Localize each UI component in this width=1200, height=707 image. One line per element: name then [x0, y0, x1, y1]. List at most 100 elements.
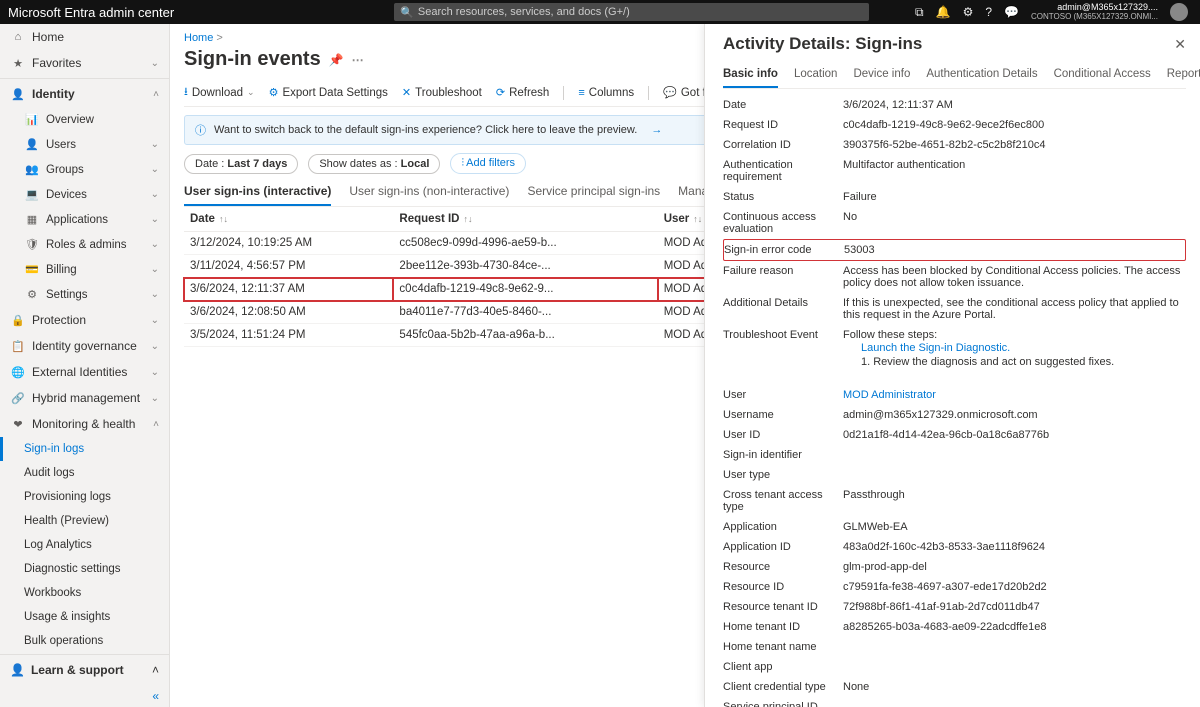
- main-content: Home > Sign-in events 📌 ⋯ ⭳Download⌄ ⚙Ex…: [170, 24, 1200, 707]
- hybrid-icon: 🔗: [10, 392, 26, 405]
- kv-cae: Continuous access evaluationNo: [723, 207, 1186, 239]
- cloud-shell-icon[interactable]: ⧉: [915, 5, 924, 20]
- nav-applications[interactable]: ▦Applications⌄: [0, 207, 169, 232]
- nav-settings[interactable]: ⚙Settings⌄: [0, 282, 169, 307]
- nav-hybrid[interactable]: 🔗Hybrid management⌄: [0, 385, 169, 411]
- nav-diagnostic[interactable]: Diagnostic settings: [0, 557, 169, 581]
- nav-audit-logs[interactable]: Audit logs: [0, 461, 169, 485]
- user-link[interactable]: MOD Administrator: [843, 389, 1186, 401]
- ptab-report[interactable]: Report-only: [1167, 64, 1200, 88]
- chevron-up-icon: ˄: [152, 663, 159, 677]
- export-button[interactable]: ⚙Export Data Settings: [269, 86, 388, 99]
- col-date[interactable]: Date↑↓: [184, 207, 393, 232]
- protection-icon: 🔒: [10, 314, 26, 327]
- nav-signin-logs[interactable]: Sign-in logs: [0, 437, 169, 461]
- troubleshoot-button[interactable]: ✕Troubleshoot: [402, 86, 482, 99]
- breadcrumb-sep: >: [216, 32, 222, 44]
- nav-home[interactable]: ⌂Home: [0, 24, 169, 50]
- cell-req: c0c4dafb-1219-49c8-9e62-9...: [393, 278, 657, 301]
- nav-provisioning-logs[interactable]: Provisioning logs: [0, 485, 169, 509]
- kv-username: Usernameadmin@m365x127329.onmicrosoft.co…: [723, 405, 1186, 425]
- nav-bulk[interactable]: Bulk operations: [0, 629, 169, 653]
- sort-icon: ↑↓: [219, 214, 228, 224]
- kv-service-principal-id: Service principal ID: [723, 697, 1186, 707]
- sort-icon: ↑↓: [693, 214, 702, 224]
- columns-button[interactable]: ≡Columns: [578, 87, 634, 99]
- cell-date: 3/6/2024, 12:08:50 AM: [184, 301, 393, 324]
- kv-additional-details: Additional DetailsIf this is unexpected,…: [723, 293, 1186, 325]
- kv-correlation-id: Correlation ID390375f6-52be-4651-82b2-c5…: [723, 135, 1186, 155]
- nav-favorites[interactable]: ★Favorites⌄: [0, 50, 169, 76]
- pin-icon[interactable]: 📌: [329, 53, 344, 67]
- kv-status: StatusFailure: [723, 187, 1186, 207]
- nav-learn-support[interactable]: 👤Learn & support˄: [0, 654, 169, 685]
- feedback-icon[interactable]: 💬: [1004, 5, 1019, 19]
- nav-groups[interactable]: 👥Groups⌄: [0, 157, 169, 182]
- chevron-down-icon: ⌄: [151, 315, 159, 326]
- ptab-basic[interactable]: Basic info: [723, 64, 778, 88]
- chevron-down-icon: ⌄: [151, 367, 159, 378]
- global-search[interactable]: 🔍 Search resources, services, and docs (…: [394, 3, 869, 21]
- nav-protection[interactable]: 🔒Protection⌄: [0, 307, 169, 333]
- col-request-id[interactable]: Request ID↑↓: [393, 207, 657, 232]
- ptab-auth[interactable]: Authentication Details: [926, 64, 1037, 88]
- kv-application-id: Application ID483a0d2f-160c-42b3-8533-3a…: [723, 537, 1186, 557]
- launch-diagnostic-link[interactable]: Launch the Sign-in Diagnostic.: [861, 342, 1010, 354]
- cell-req: 2bee112e-393b-4730-84ce-...: [393, 255, 657, 278]
- nav-external[interactable]: 🌐External Identities⌄: [0, 359, 169, 385]
- close-icon[interactable]: ✕: [1174, 36, 1186, 53]
- ptab-conditional[interactable]: Conditional Access: [1054, 64, 1151, 88]
- nav-workbooks[interactable]: Workbooks: [0, 581, 169, 605]
- nav-usage[interactable]: Usage & insights: [0, 605, 169, 629]
- chevron-down-icon: ⌄: [151, 289, 159, 300]
- tab-interactive[interactable]: User sign-ins (interactive): [184, 180, 331, 206]
- nav-billing[interactable]: 💳Billing⌄: [0, 257, 169, 282]
- settings-icon[interactable]: ⚙: [963, 5, 974, 19]
- nav-users[interactable]: 👤Users⌄: [0, 132, 169, 157]
- chevron-up-icon: ˄: [153, 419, 159, 430]
- gear-icon: ⚙: [24, 288, 40, 301]
- download-button[interactable]: ⭳Download⌄: [184, 83, 255, 102]
- chevron-down-icon: ⌄: [151, 214, 159, 225]
- nav-health[interactable]: Health (Preview): [0, 509, 169, 533]
- help-icon[interactable]: ?: [985, 5, 992, 19]
- nav-governance[interactable]: 📋Identity governance⌄: [0, 333, 169, 359]
- avatar[interactable]: [1170, 3, 1188, 21]
- nav-monitoring[interactable]: ❤Monitoring & health˄: [0, 411, 169, 437]
- notifications-icon[interactable]: 🔔: [936, 5, 951, 19]
- panel-title: Activity Details: Sign-ins: [723, 34, 922, 54]
- kv-error-code: Sign-in error code53003: [723, 239, 1186, 261]
- tab-noninteractive[interactable]: User sign-ins (non-interactive): [349, 180, 509, 206]
- sidebar: ⌂Home ★Favorites⌄ 👤Identity˄ 📊Overview 👤…: [0, 24, 170, 707]
- identity-icon: 👤: [10, 88, 26, 101]
- notice-text: Want to switch back to the default sign-…: [214, 124, 637, 136]
- kv-application: ApplicationGLMWeb-EA: [723, 517, 1186, 537]
- cell-req: ba4011e7-77d3-40e5-8460-...: [393, 301, 657, 324]
- nav-devices[interactable]: 💻Devices⌄: [0, 182, 169, 207]
- kv-resource-tenant-id: Resource tenant ID72f988bf-86f1-41af-91a…: [723, 597, 1186, 617]
- ptab-location[interactable]: Location: [794, 64, 837, 88]
- nav-log-analytics[interactable]: Log Analytics: [0, 533, 169, 557]
- account-info[interactable]: admin@M365x127329.... CONTOSO (M365X1273…: [1031, 3, 1158, 22]
- collapse-sidebar-icon[interactable]: «: [152, 689, 159, 703]
- kv-user: UserMOD Administrator: [723, 385, 1186, 405]
- ptab-device[interactable]: Device info: [853, 64, 910, 88]
- add-filters-button[interactable]: ⫶Add filters: [450, 153, 526, 174]
- nav-identity[interactable]: 👤Identity˄: [0, 81, 169, 107]
- star-icon: ★: [10, 57, 26, 70]
- chevron-down-icon: ⌄: [151, 164, 159, 175]
- columns-icon: ≡: [578, 87, 584, 99]
- nav-roles[interactable]: 🛡Roles & admins⌄: [0, 232, 169, 257]
- tab-service-principal[interactable]: Service principal sign-ins: [527, 180, 660, 206]
- more-icon[interactable]: ⋯: [352, 53, 364, 67]
- filter-dates-as[interactable]: Show dates as : Local: [308, 154, 440, 174]
- filter-date[interactable]: Date : Last 7 days: [184, 154, 298, 174]
- refresh-button[interactable]: ⟳Refresh: [496, 86, 550, 99]
- kv-client-app: Client app: [723, 657, 1186, 677]
- nav-overview[interactable]: 📊Overview: [0, 107, 169, 132]
- chevron-down-icon: ⌄: [151, 239, 159, 250]
- activity-details-panel: Activity Details: Sign-ins ✕ Basic info …: [704, 24, 1200, 707]
- roles-icon: 🛡: [24, 238, 40, 251]
- export-icon: ⚙: [269, 86, 279, 99]
- breadcrumb-home[interactable]: Home: [184, 32, 213, 44]
